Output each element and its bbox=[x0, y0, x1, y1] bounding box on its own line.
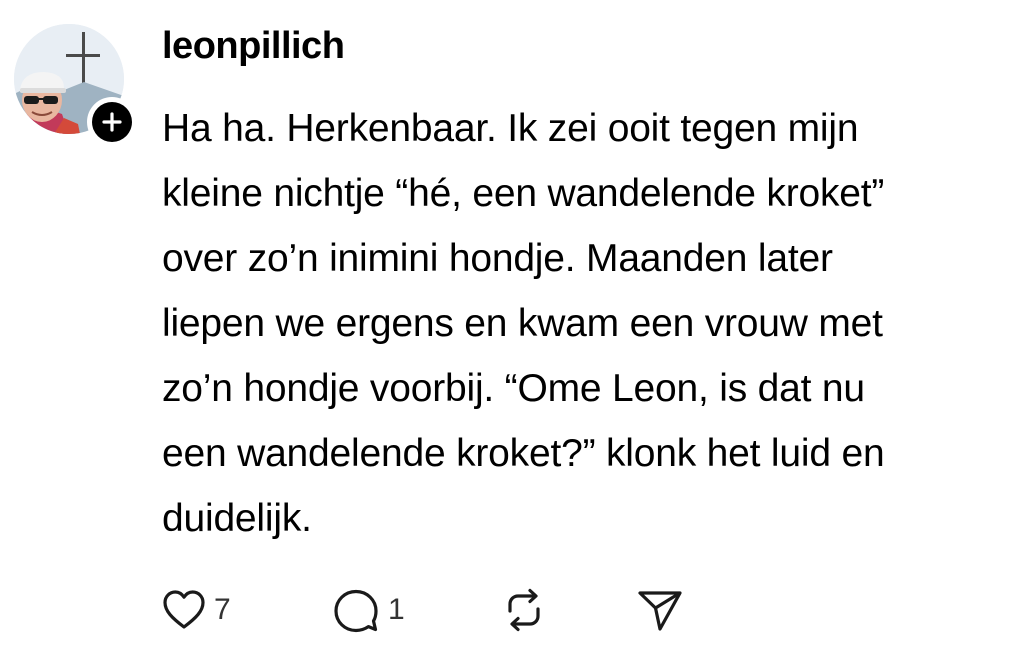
reply-button[interactable]: 1 bbox=[332, 587, 500, 633]
avatar-container bbox=[14, 24, 137, 147]
repost-icon bbox=[508, 588, 540, 632]
action-bar: 7 1 bbox=[162, 585, 684, 635]
author-username[interactable]: leonpillich bbox=[162, 22, 345, 70]
post-text: Ha ha. Herkenbaar. Ik zei ooit tegen mij… bbox=[162, 107, 885, 540]
like-button[interactable]: 7 bbox=[162, 589, 332, 631]
heart-icon bbox=[163, 590, 205, 629]
follow-button[interactable] bbox=[87, 97, 137, 147]
like-count: 7 bbox=[214, 593, 231, 626]
comment-icon bbox=[334, 589, 378, 633]
send-icon bbox=[638, 591, 682, 631]
reply-count: 1 bbox=[388, 593, 405, 626]
repost-button[interactable] bbox=[500, 587, 636, 633]
plus-icon bbox=[92, 102, 132, 142]
share-button[interactable] bbox=[636, 587, 684, 633]
